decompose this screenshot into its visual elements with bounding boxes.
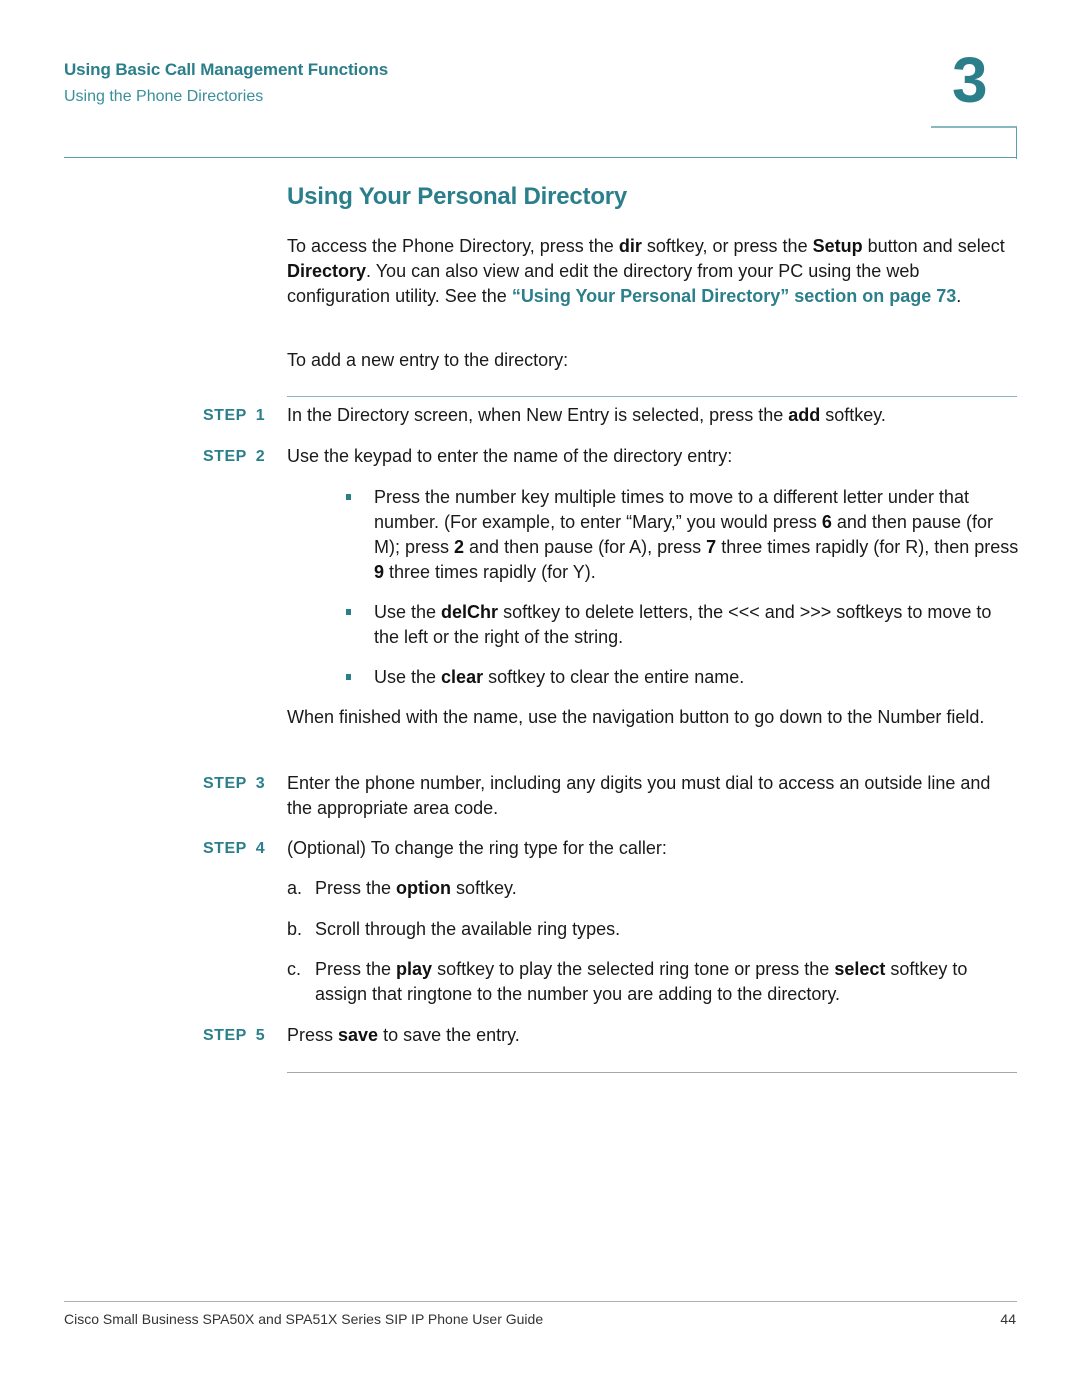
softkey-clear: clear bbox=[441, 667, 484, 687]
softkey-save: save bbox=[338, 1025, 379, 1045]
substep-letter: a. bbox=[287, 878, 303, 898]
intro-text: To access the Phone Directory, press the bbox=[287, 236, 619, 256]
bullet-icon bbox=[346, 674, 351, 680]
bullet-item: Press the number key multiple times to m… bbox=[374, 485, 1019, 585]
step-text: to save the entry. bbox=[378, 1025, 520, 1045]
step-word: STEP bbox=[203, 840, 247, 857]
softkey-delchr: delChr bbox=[441, 602, 499, 622]
step-number: 4 bbox=[255, 840, 266, 857]
bullet-text: three times rapidly (for R), then press bbox=[716, 537, 1019, 557]
softkey-option: option bbox=[396, 878, 452, 898]
step-number: 1 bbox=[255, 407, 266, 424]
bullet-text: three times rapidly (for Y). bbox=[384, 562, 596, 582]
bullet-icon bbox=[346, 494, 351, 500]
substep-b: Scroll through the available ring types. bbox=[315, 919, 621, 939]
key-7: 7 bbox=[706, 537, 717, 557]
key-6: 6 bbox=[821, 512, 832, 532]
key-2: 2 bbox=[454, 537, 465, 557]
substep-text: softkey to play the selected ring tone o… bbox=[432, 959, 835, 979]
step-word: STEP bbox=[203, 407, 247, 424]
footer-divider bbox=[64, 1301, 1017, 1302]
step-2-followup: When finished with the name, use the nav… bbox=[287, 707, 985, 727]
step-1-text: In the Directory screen, when New Entry … bbox=[287, 403, 1017, 428]
setup-button-term: Setup bbox=[812, 236, 863, 256]
step-2-text: Use the keypad to enter the name of the … bbox=[287, 446, 733, 466]
substep-letter: b. bbox=[287, 919, 303, 939]
step-label: STEP 3 bbox=[203, 771, 265, 796]
bullet-icon bbox=[346, 609, 351, 615]
intro-text: softkey, or press the bbox=[641, 236, 813, 256]
softkey-select: select bbox=[834, 959, 886, 979]
step-text: softkey. bbox=[820, 405, 886, 425]
substep-c: Press the play softkey to play the selec… bbox=[315, 957, 1020, 1007]
substep-a: Press the option softkey. bbox=[315, 876, 1020, 901]
step-text: In the Directory screen, when New Entry … bbox=[287, 405, 789, 425]
step-3-text: Enter the phone number, including any di… bbox=[287, 773, 991, 818]
page-heading: Using Your Personal Directory bbox=[287, 183, 628, 210]
softkey-play: play bbox=[396, 959, 433, 979]
bullet-text: softkey to clear the entire name. bbox=[483, 667, 745, 687]
substep-text: Press the bbox=[315, 959, 397, 979]
bullet-item: Use the clear softkey to clear the entir… bbox=[374, 665, 1019, 690]
step-word: STEP bbox=[203, 448, 247, 465]
footer-guide-title: Cisco Small Business SPA50X and SPA51X S… bbox=[64, 1311, 544, 1327]
bullet-text: and then pause (for A), press bbox=[464, 537, 707, 557]
add-entry-intro: To add a new entry to the directory: bbox=[287, 350, 569, 370]
intro-paragraph: To access the Phone Directory, press the… bbox=[287, 234, 1017, 309]
step-word: STEP bbox=[203, 775, 247, 792]
page-number: 44 bbox=[1000, 1311, 1016, 1327]
chapter-tab-box bbox=[931, 126, 1017, 159]
step-label: STEP 5 bbox=[203, 1023, 265, 1048]
steps-bottom-divider bbox=[287, 1072, 1017, 1073]
step-number: 5 bbox=[255, 1027, 266, 1044]
cross-reference-link[interactable]: “Using Your Personal Directory” section … bbox=[512, 286, 956, 306]
step-label: STEP 2 bbox=[203, 444, 265, 469]
bullet-text: Use the bbox=[374, 602, 442, 622]
step-number: 2 bbox=[255, 448, 266, 465]
header-divider bbox=[64, 157, 1017, 158]
step-5-text: Press save to save the entry. bbox=[287, 1023, 1017, 1048]
chapter-title: Using Basic Call Management Functions bbox=[64, 60, 389, 79]
bullet-text: Use the bbox=[374, 667, 442, 687]
step-word: STEP bbox=[203, 1027, 247, 1044]
substep-letter: c. bbox=[287, 959, 302, 979]
intro-text: . bbox=[956, 286, 962, 306]
substep-text: Press the bbox=[315, 878, 397, 898]
section-subtitle: Using the Phone Directories bbox=[64, 88, 264, 105]
step-4-text: (Optional) To change the ring type for t… bbox=[287, 838, 667, 858]
softkey-add: add bbox=[788, 405, 821, 425]
substep-text: softkey. bbox=[451, 878, 517, 898]
step-number: 3 bbox=[255, 775, 266, 792]
key-9: 9 bbox=[374, 562, 385, 582]
step-label: STEP 4 bbox=[203, 836, 265, 861]
bullet-item: Use the delChr softkey to delete letters… bbox=[374, 600, 1019, 650]
step-label: STEP 1 bbox=[203, 403, 265, 428]
directory-term: Directory bbox=[287, 261, 367, 281]
steps-top-divider bbox=[287, 396, 1017, 397]
step-text: Press bbox=[287, 1025, 339, 1045]
softkey-dir: dir bbox=[618, 236, 642, 256]
chapter-number: 3 bbox=[952, 44, 988, 116]
intro-text: button and select bbox=[862, 236, 1005, 256]
